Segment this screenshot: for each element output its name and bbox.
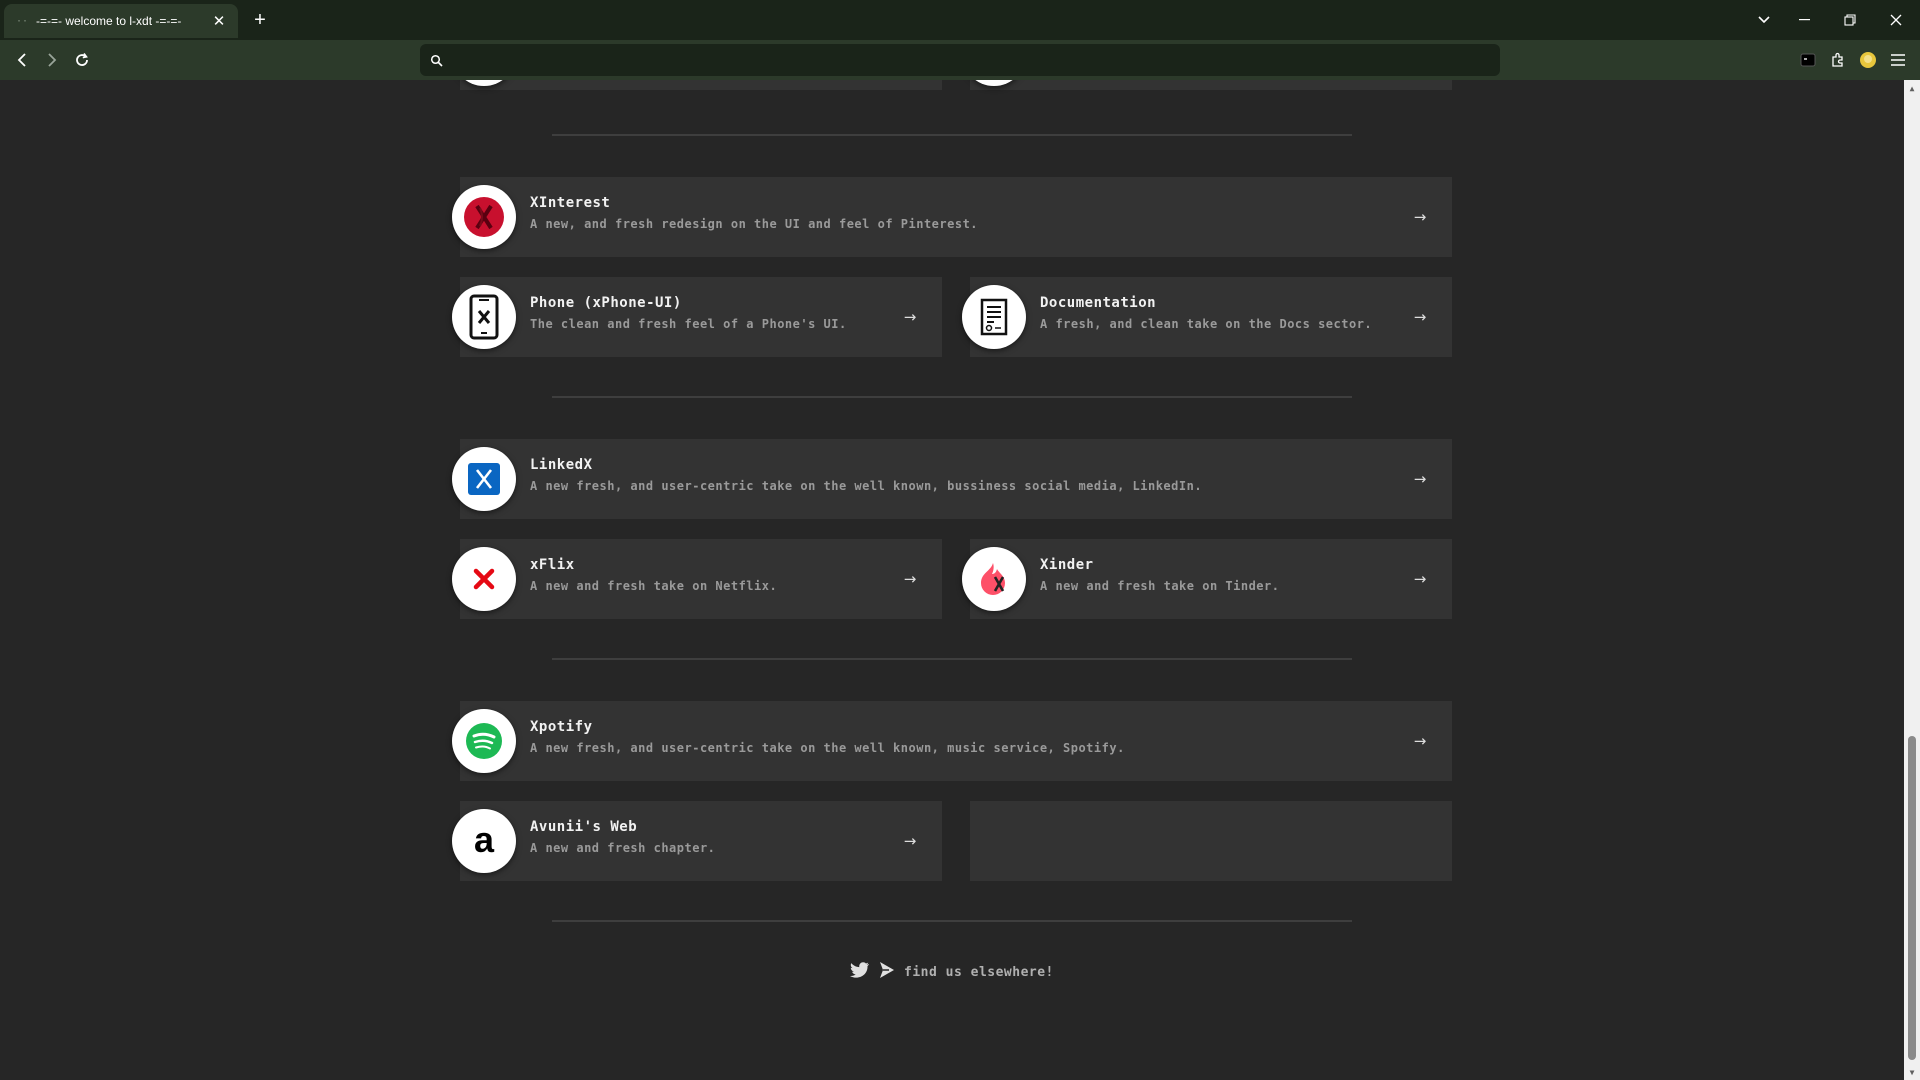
search-icon — [430, 53, 444, 67]
section-divider — [552, 658, 1352, 660]
card-phone-xphone-ui[interactable]: Phone (xPhone-UI) The clean and fresh fe… — [460, 277, 942, 357]
card-description: The clean and fresh feel of a Phone's UI… — [530, 317, 847, 331]
card-title: Xpotify — [530, 719, 593, 735]
scrollbar-thumb[interactable] — [1908, 736, 1916, 1060]
scroll-down-arrow-icon[interactable]: ▼ — [1904, 1064, 1920, 1080]
card-xinterest[interactable]: XInterest A new, and fresh redesign on t… — [460, 177, 1452, 257]
card-documentation[interactable]: Documentation A fresh, and clean take on… — [970, 277, 1452, 357]
card-description: A new fresh, and user-centric take on th… — [530, 741, 1125, 755]
reading-mode-icon[interactable] — [1796, 48, 1820, 72]
footer: find us elsewhere! — [850, 960, 1054, 984]
scroll-up-arrow-icon[interactable]: ▲ — [1904, 80, 1920, 96]
page-content: XInterest A new, and fresh redesign on t… — [0, 80, 1904, 1080]
avunii-logo-icon: a — [452, 809, 516, 873]
card-title: Phone (xPhone-UI) — [530, 295, 682, 311]
card-xinder[interactable]: Xinder A new and fresh take on Tinder. → — [970, 539, 1452, 619]
menu-hamburger-icon[interactable] — [1886, 48, 1910, 72]
xinder-logo-icon — [962, 547, 1026, 611]
browser-tab[interactable]: ·· -=-=- welcome to l-xdt -=-=- ✕ — [4, 4, 238, 38]
card-partial-right[interactable] — [970, 80, 1452, 90]
svg-text:a: a — [474, 824, 495, 858]
card-title: Xinder — [1040, 557, 1094, 573]
footer-text[interactable]: find us elsewhere! — [904, 965, 1054, 980]
arrow-right-icon[interactable]: → — [900, 569, 920, 589]
profile-avatar-icon[interactable] — [1856, 48, 1880, 72]
close-window-icon[interactable] — [1878, 0, 1914, 40]
browser-titlebar: ·· -=-=- welcome to l-xdt -=-=- ✕ + — [0, 0, 1920, 40]
restore-window-icon[interactable] — [1832, 0, 1868, 40]
card-title: Avunii's Web — [530, 819, 638, 835]
arrow-right-icon[interactable]: → — [1410, 569, 1430, 589]
extensions-puzzle-icon[interactable] — [1826, 48, 1850, 72]
forward-arrow-icon[interactable] — [38, 46, 66, 74]
document-icon — [962, 285, 1026, 349]
spotify-logo-icon — [452, 709, 516, 773]
arrow-right-icon[interactable]: → — [1410, 731, 1430, 751]
card-description: A new, and fresh redesign on the UI and … — [530, 217, 979, 231]
section-divider — [552, 134, 1352, 136]
tab-list-chevron-down-icon[interactable] — [1746, 0, 1782, 40]
send-arrow-icon[interactable] — [878, 961, 896, 983]
arrow-right-icon[interactable]: → — [1410, 469, 1430, 489]
card-linkedx[interactable]: LinkedX A new fresh, and user-centric ta… — [460, 439, 1452, 519]
card-description: A new and fresh take on Tinder. — [1040, 579, 1280, 593]
twitter-bird-icon[interactable] — [850, 961, 870, 983]
minimize-window-icon[interactable] — [1786, 0, 1822, 40]
tab-favicon-icon: ·· — [15, 15, 29, 27]
card-description: A new fresh, and user-centric take on th… — [530, 479, 1203, 493]
arrow-right-icon[interactable]: → — [1410, 207, 1430, 227]
xinterest-logo-icon — [452, 185, 516, 249]
page-scrollbar[interactable]: ▲ ▼ — [1904, 80, 1920, 1080]
section-divider — [552, 920, 1352, 922]
card-empty-placeholder — [970, 801, 1452, 881]
new-tab-button[interactable]: + — [248, 6, 272, 34]
reload-icon[interactable] — [68, 46, 96, 74]
tab-title: -=-=- welcome to l-xdt -=-=- — [36, 14, 182, 28]
back-arrow-icon[interactable] — [8, 46, 36, 74]
arrow-right-icon[interactable]: → — [900, 307, 920, 327]
card-description: A fresh, and clean take on the Docs sect… — [1040, 317, 1373, 331]
arrow-right-icon[interactable]: → — [1410, 307, 1430, 327]
card-description: A new and fresh take on Netflix. — [530, 579, 778, 593]
card-title: XInterest — [530, 195, 611, 211]
address-bar[interactable] — [420, 44, 1500, 76]
xflix-logo-icon — [452, 547, 516, 611]
card-partial-left[interactable] — [460, 80, 942, 90]
url-input[interactable] — [452, 46, 1500, 74]
card-avunii-web[interactable]: Avunii's Web A new and fresh chapter. → — [460, 801, 942, 881]
phone-icon — [452, 285, 516, 349]
card-title: LinkedX — [530, 457, 593, 473]
card-xflix[interactable]: xFlix A new and fresh take on Netflix. → — [460, 539, 942, 619]
tab-close-icon[interactable]: ✕ — [210, 12, 228, 30]
arrow-right-icon[interactable]: → — [900, 831, 920, 851]
section-divider — [552, 396, 1352, 398]
card-xpotify[interactable]: Xpotify A new fresh, and user-centric ta… — [460, 701, 1452, 781]
card-description: A new and fresh chapter. — [530, 841, 716, 855]
card-title: xFlix — [530, 557, 575, 573]
linkedx-logo-icon — [452, 447, 516, 511]
browser-toolbar — [0, 40, 1920, 80]
card-title: Documentation — [1040, 295, 1157, 311]
